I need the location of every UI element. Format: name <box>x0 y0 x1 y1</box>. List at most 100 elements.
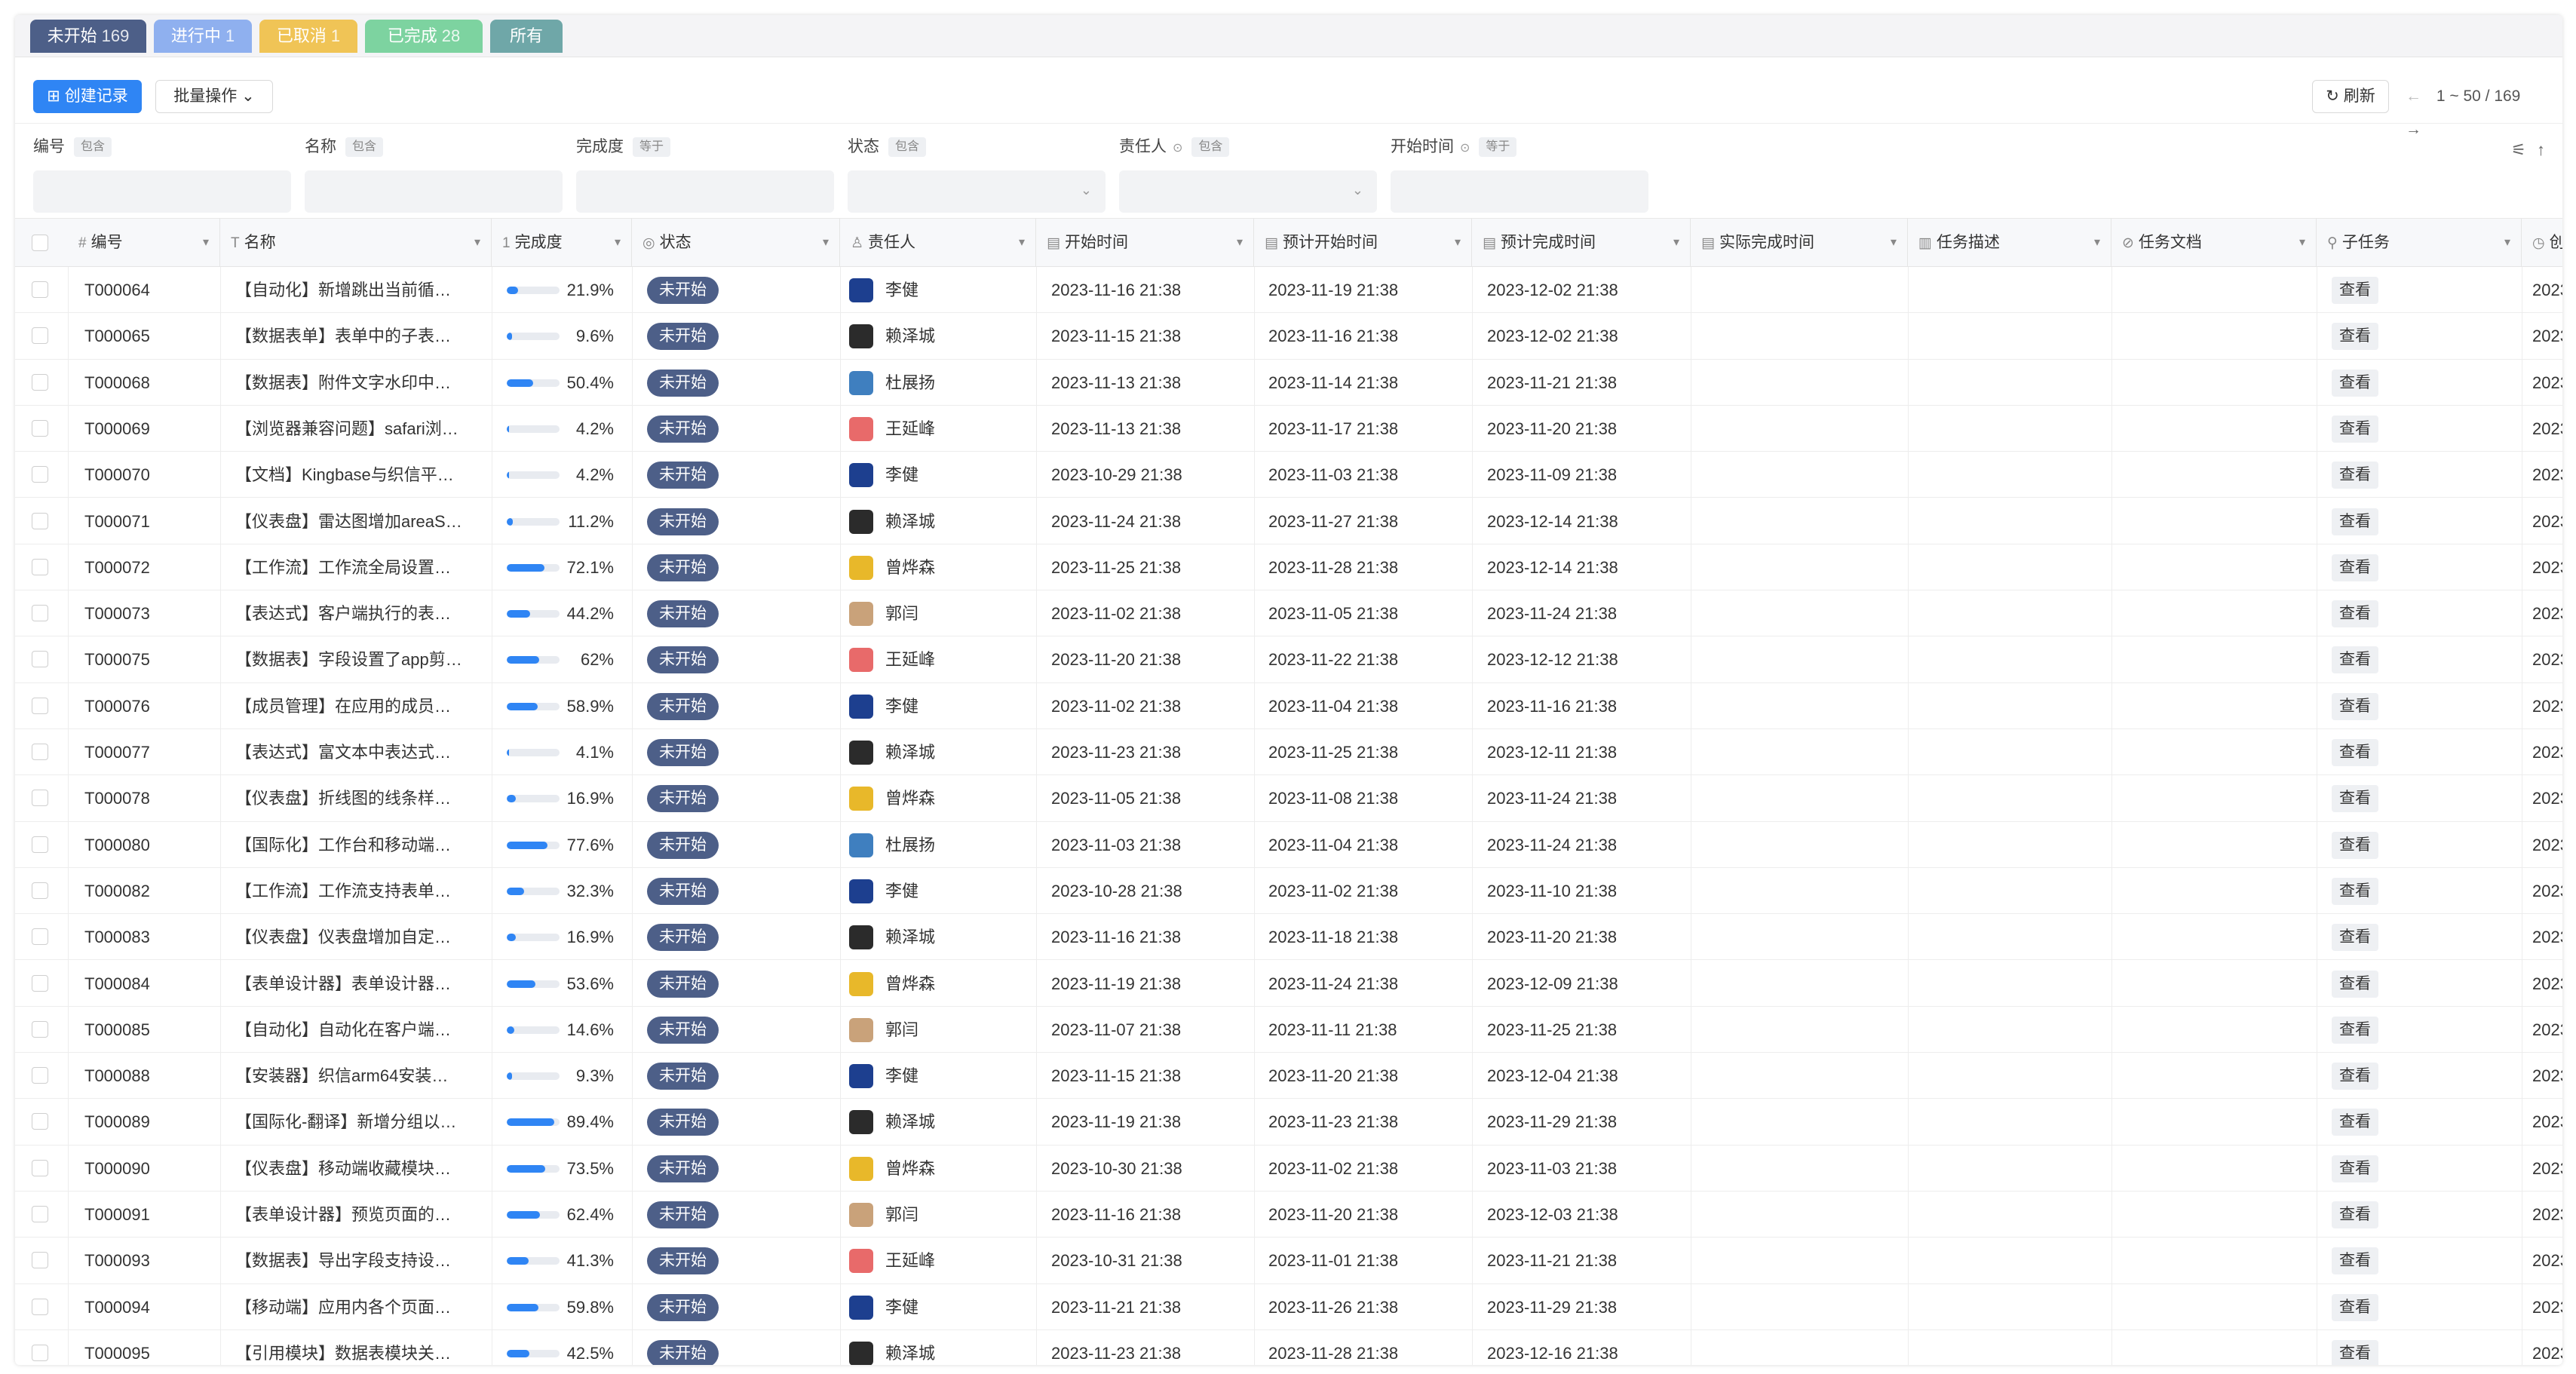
sort-caret-icon[interactable]: ▾ <box>1891 219 1897 267</box>
table-row[interactable]: T000095 【引用模块】数据表模块关… 42.5% 未开始 赖泽城 2023-11-2… <box>15 1330 2562 1365</box>
column-header-6[interactable]: ▤ 开始时间 ▾ <box>1036 219 1254 267</box>
table-row[interactable]: T000064 【自动化】新增跳出当前循… 21.9% 未开始 李健 2023-11-16… <box>15 267 2562 314</box>
filter-operator[interactable]: 等于 <box>1479 137 1517 158</box>
filter-operator[interactable]: 等于 <box>633 137 671 158</box>
sort-caret-icon[interactable]: ▾ <box>615 219 621 267</box>
table-row[interactable]: T000070 【文档】Kingbase与织信平… 4.2% 未开始 李健 2023-10… <box>15 452 2562 498</box>
view-subtasks-button[interactable]: 查看 <box>2332 1293 2378 1321</box>
table-row[interactable]: T000065 【数据表单】表单中的子表… 9.6% 未开始 赖泽城 2023-11-15… <box>15 313 2562 360</box>
filter-operator[interactable]: 包含 <box>345 137 384 158</box>
row-checkbox[interactable] <box>32 605 48 622</box>
sort-caret-icon[interactable]: ▾ <box>2504 219 2510 267</box>
row-checkbox[interactable] <box>32 744 48 760</box>
table-row[interactable]: T000090 【仪表盘】移动端收藏模块… 73.5% 未开始 曾烨森 2023-10-3… <box>15 1146 2562 1192</box>
row-checkbox[interactable] <box>32 419 48 437</box>
row-checkbox[interactable] <box>32 1159 48 1176</box>
view-subtasks-button[interactable]: 查看 <box>2332 924 2378 952</box>
view-subtasks-button[interactable]: 查看 <box>2332 1339 2378 1365</box>
row-checkbox[interactable] <box>32 651 48 668</box>
row-checkbox[interactable] <box>32 1298 48 1315</box>
table-row[interactable]: T000075 【数据表】字段设置了app剪… 62% 未开始 王延峰 2023-11-2… <box>15 636 2562 683</box>
row-checkbox[interactable] <box>32 512 48 529</box>
batch-actions-button[interactable]: 批量操作 ⌄ <box>155 80 273 113</box>
table-row[interactable]: T000068 【数据表】附件文字水印中… 50.4% 未开始 杜展扬 2023-11-1… <box>15 360 2562 406</box>
column-header-2[interactable]: T 名称 ▾ <box>220 219 492 267</box>
table-row[interactable]: T000073 【表达式】客户端执行的表… 44.2% 未开始 郭闫 2023-11-02… <box>15 590 2562 637</box>
view-subtasks-button[interactable]: 查看 <box>2332 739 2378 766</box>
sort-caret-icon[interactable]: ▾ <box>2094 219 2100 267</box>
filter-input[interactable] <box>33 170 291 213</box>
status-tab-4[interactable]: 已完成 28 <box>365 20 483 53</box>
view-subtasks-button[interactable]: 查看 <box>2332 508 2378 535</box>
row-checkbox[interactable] <box>32 882 48 899</box>
sort-caret-icon[interactable]: ▾ <box>474 219 480 267</box>
column-header-1[interactable]: # 编号 ▾ <box>68 219 220 267</box>
filter-input[interactable] <box>305 170 563 213</box>
filter-operator[interactable]: 包含 <box>74 137 112 158</box>
column-header-4[interactable]: ◎ 状态 ▾ <box>632 219 840 267</box>
filter-mode-icon[interactable]: ⊙ <box>1460 136 1470 161</box>
row-checkbox[interactable] <box>32 1067 48 1084</box>
sort-caret-icon[interactable]: ▾ <box>1237 219 1243 267</box>
table-row[interactable]: T000080 【国际化】工作台和移动端… 77.6% 未开始 杜展扬 2023-11-0… <box>15 822 2562 868</box>
column-header-8[interactable]: ▤ 预计完成时间 ▾ <box>1472 219 1691 267</box>
row-checkbox[interactable] <box>32 790 48 807</box>
row-checkbox[interactable] <box>32 466 48 483</box>
create-record-button[interactable]: ⊞ 创建记录 <box>33 80 142 113</box>
table-row[interactable]: T000093 【数据表】导出字段支持设… 41.3% 未开始 王延峰 2023-10-3… <box>15 1238 2562 1284</box>
view-subtasks-button[interactable]: 查看 <box>2332 554 2378 581</box>
sort-caret-icon[interactable]: ▾ <box>823 219 829 267</box>
table-row[interactable]: T000078 【仪表盘】折线图的线条样… 16.9% 未开始 曾烨森 2023-11-0… <box>15 775 2562 822</box>
sort-caret-icon[interactable]: ▾ <box>203 219 209 267</box>
view-subtasks-button[interactable]: 查看 <box>2332 369 2378 397</box>
sort-caret-icon[interactable]: ▾ <box>1673 219 1679 267</box>
table-row[interactable]: T000069 【浏览器兼容问题】safari浏… 4.2% 未开始 王延峰 2023-1… <box>15 406 2562 452</box>
table-row[interactable]: T000089 【国际化-翻译】新增分组以… 89.4% 未开始 赖泽城 2023-11-… <box>15 1099 2562 1146</box>
view-subtasks-button[interactable]: 查看 <box>2332 877 2378 905</box>
view-subtasks-button[interactable]: 查看 <box>2332 1201 2378 1228</box>
row-checkbox[interactable] <box>32 928 48 946</box>
view-subtasks-button[interactable]: 查看 <box>2332 415 2378 443</box>
sort-caret-icon[interactable]: ▾ <box>2299 219 2305 267</box>
view-subtasks-button[interactable]: 查看 <box>2332 462 2378 489</box>
view-subtasks-button[interactable]: 查看 <box>2332 1247 2378 1275</box>
column-header-13[interactable]: ◷ 创建 <box>2522 219 2562 267</box>
row-checkbox[interactable] <box>32 1252 48 1269</box>
row-checkbox[interactable] <box>32 1020 48 1038</box>
table-row[interactable]: T000094 【移动端】应用内各个页面… 59.8% 未开始 李健 2023-11-21… <box>15 1284 2562 1330</box>
table-row[interactable]: T000088 【安装器】织信arm64安装… 9.3% 未开始 李健 2023-11-1… <box>15 1053 2562 1100</box>
column-header-3[interactable]: 1 完成度 ▾ <box>492 219 632 267</box>
view-subtasks-button[interactable]: 查看 <box>2332 600 2378 628</box>
row-checkbox[interactable] <box>32 327 48 345</box>
table-row[interactable]: T000091 【表单设计器】预览页面的… 62.4% 未开始 郭闫 2023-11-16… <box>15 1192 2562 1238</box>
row-checkbox[interactable] <box>32 836 48 853</box>
column-header-7[interactable]: ▤ 预计开始时间 ▾ <box>1254 219 1472 267</box>
status-tab-3[interactable]: 已取消 1 <box>259 20 357 53</box>
view-subtasks-button[interactable]: 查看 <box>2332 831 2378 859</box>
row-checkbox[interactable] <box>32 974 48 992</box>
status-tab-5[interactable]: 所有 <box>490 20 563 53</box>
column-header-10[interactable]: ▥ 任务描述 ▾ <box>1908 219 2111 267</box>
view-subtasks-button[interactable]: 查看 <box>2332 692 2378 720</box>
row-checkbox[interactable] <box>32 1206 48 1222</box>
sort-caret-icon[interactable]: ▾ <box>1455 219 1461 267</box>
filter-select[interactable]: ⌄ <box>1119 170 1377 213</box>
filter-operator[interactable]: 包含 <box>888 137 927 158</box>
row-checkbox[interactable] <box>32 373 48 391</box>
status-tab-2[interactable]: 进行中 1 <box>154 20 252 53</box>
row-checkbox[interactable] <box>32 281 48 298</box>
filter-input[interactable] <box>1391 170 1648 213</box>
column-header-9[interactable]: ▤ 实际完成时间 ▾ <box>1691 219 1908 267</box>
column-header-12[interactable]: ⚲ 子任务 ▾ <box>2317 219 2522 267</box>
view-subtasks-button[interactable]: 查看 <box>2332 1155 2378 1182</box>
refresh-button[interactable]: ↻ 刷新 <box>2312 80 2389 113</box>
row-checkbox[interactable] <box>32 1344 48 1361</box>
row-checkbox[interactable] <box>32 1113 48 1130</box>
view-subtasks-button[interactable]: 查看 <box>2332 646 2378 674</box>
view-subtasks-button[interactable]: 查看 <box>2332 970 2378 998</box>
table-row[interactable]: T000085 【自动化】自动化在客户端… 14.6% 未开始 郭闫 2023-11-07… <box>15 1007 2562 1054</box>
table-row[interactable]: T000083 【仪表盘】仪表盘增加自定… 16.9% 未开始 赖泽城 2023-11-1… <box>15 914 2562 961</box>
table-row[interactable]: T000077 【表达式】富文本中表达式… 4.1% 未开始 赖泽城 2023-11-23… <box>15 729 2562 776</box>
sort-caret-icon[interactable]: ▾ <box>1019 219 1025 267</box>
filter-select[interactable]: ⌄ <box>848 170 1106 213</box>
